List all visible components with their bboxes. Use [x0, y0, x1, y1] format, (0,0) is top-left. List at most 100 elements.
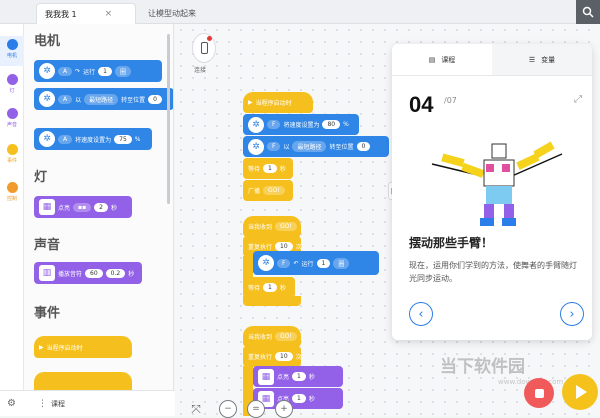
light-matrix-icon: ▦ — [39, 199, 55, 215]
step-total: /07 — [444, 96, 457, 105]
unit-text: 秒 — [110, 204, 117, 212]
hub-connect-button[interactable] — [192, 33, 216, 63]
unit-text: % — [134, 135, 141, 143]
rail-item-sound[interactable]: 声音 — [0, 108, 24, 128]
tab-project-1[interactable]: 我我我 1 × — [36, 3, 136, 24]
category-title-motor: 电机 — [34, 34, 61, 49]
unit-text: 次 — [295, 244, 302, 251]
light-on-block[interactable]: ▦ 点亮 1 秒 — [253, 388, 343, 409]
tab-course[interactable]: ▤ 课程 — [392, 44, 492, 75]
rail-label: 控制 — [6, 196, 17, 202]
next-step-button[interactable]: › — [560, 302, 584, 326]
unit-select[interactable]: 圈 — [114, 65, 131, 77]
expand-icon[interactable]: ⤢ — [574, 94, 582, 105]
value-input[interactable]: 75 — [114, 134, 132, 144]
motor-set-speed-block[interactable]: ✲ F 将速度设置为 80 % — [243, 114, 359, 135]
value-input[interactable]: 0 — [148, 94, 162, 104]
course-label[interactable]: 课程 — [51, 399, 65, 409]
message-select[interactable]: GO! — [275, 332, 297, 341]
wait-block[interactable]: 等待 1 秒 — [243, 158, 293, 179]
value-input[interactable]: 80 — [322, 120, 341, 129]
mode-select[interactable]: 最短路径 — [292, 141, 327, 152]
motor-run-block[interactable]: ✲ F ↶ 运行 1 圈 — [253, 251, 379, 275]
stop-button[interactable] — [524, 378, 554, 408]
close-tab-icon[interactable]: × — [105, 9, 113, 19]
value-input[interactable]: 10 — [275, 352, 293, 361]
value-input[interactable]: 0 — [356, 142, 371, 151]
search-icon[interactable] — [576, 0, 600, 24]
port-select[interactable]: F — [267, 142, 281, 151]
duration-input[interactable]: 0.2 — [105, 268, 126, 278]
when-program-starts-block[interactable]: ▶ 当程序启动时 — [243, 92, 313, 113]
value-input[interactable]: 2 — [94, 202, 108, 212]
value-input[interactable]: 1 — [263, 164, 277, 173]
block-text: 当我收到 — [248, 334, 273, 341]
note-input[interactable]: 60 — [85, 268, 103, 278]
palette-scrollbar[interactable] — [167, 34, 170, 204]
wait-block[interactable]: 等待 1 秒 — [243, 277, 295, 298]
when-i-receive-block[interactable]: 当我收到 GO! — [243, 326, 301, 347]
block-text: 将速度设置为 — [283, 122, 320, 129]
unit-text: 秒 — [128, 270, 135, 278]
rail-item-light[interactable]: 灯 — [0, 74, 24, 94]
dancer-robot-illustration — [431, 141, 563, 226]
block-text: 转至位置 — [121, 96, 146, 104]
message-select[interactable]: GO! — [263, 186, 285, 195]
tab-variables[interactable]: ☰ 变量 — [492, 44, 592, 75]
unit-text: % — [343, 121, 349, 128]
light-category-dot-icon — [6, 74, 18, 85]
zoom-out-icon[interactable]: − — [219, 400, 237, 418]
recenter-icon[interactable]: ⤧ — [187, 400, 205, 418]
port-select[interactable]: F — [267, 120, 281, 129]
message-select[interactable]: GO! — [275, 222, 297, 231]
watermark-text: 当下软件园 — [440, 357, 525, 377]
block-palette: 电机 ✲ A ↷ 运行 1 圈 ✲ A 以 最短路径 转至位置 0 ✲ A 将速… — [24, 24, 174, 416]
value-input[interactable]: 1 — [98, 66, 112, 76]
zoom-in-icon[interactable]: + — [275, 400, 293, 418]
when-program-starts-block[interactable]: ▶ 当程序启动时 — [34, 336, 132, 358]
block-text: 播放音符 — [58, 270, 83, 278]
value-input[interactable]: 10 — [275, 242, 293, 251]
when-i-receive-block[interactable]: 当我收到 GO! — [243, 216, 301, 237]
port-select[interactable]: A — [58, 66, 73, 76]
play-note-block[interactable]: ▥ 播放音符 60 0.2 秒 — [34, 262, 142, 284]
port-select[interactable]: A — [58, 134, 73, 144]
pattern-select[interactable]: ▪▪ — [73, 202, 92, 212]
broadcast-block[interactable]: 广播 GO! — [243, 180, 293, 201]
port-select[interactable]: F — [277, 258, 291, 268]
value-input[interactable]: 1 — [292, 394, 306, 403]
play-icon — [576, 385, 587, 399]
rail-item-control[interactable]: 控制 — [0, 182, 24, 202]
port-select[interactable]: A — [58, 94, 73, 104]
category-title-light: 灯 — [34, 170, 48, 185]
motor-goto-position-block[interactable]: ✲ A 以 最短路径 转至位置 0 — [34, 88, 173, 110]
run-button[interactable] — [562, 374, 598, 410]
rotate-direction-icon[interactable]: ↷ — [75, 68, 80, 75]
previous-step-button[interactable]: ‹ — [409, 302, 433, 326]
zoom-reset-icon[interactable]: = — [247, 400, 265, 418]
unit-text: 秒 — [279, 166, 286, 173]
mode-select[interactable]: 最短路径 — [84, 93, 119, 105]
light-matrix-icon: ▦ — [258, 368, 274, 385]
value-input[interactable]: 1 — [292, 372, 306, 381]
settings-sliders-icon[interactable]: ⚙ — [7, 398, 16, 409]
play-icon: ▶ — [248, 99, 253, 106]
tab-lesson[interactable]: 让模型动起来 — [140, 3, 260, 24]
motor-run-block[interactable]: ✲ A ↷ 运行 1 圈 — [34, 60, 162, 82]
light-on-block[interactable]: ▦ 点亮 ▪▪ 2 秒 — [34, 196, 132, 218]
repeat-block[interactable]: 重复执行 10 次 — [243, 346, 302, 367]
value-input[interactable]: 1 — [263, 283, 277, 292]
rail-item-motor[interactable]: 电机 — [0, 36, 24, 66]
value-input[interactable]: 1 — [316, 258, 331, 268]
unit-select[interactable]: 圈 — [333, 257, 350, 269]
more-vertical-icon[interactable]: ⋮ — [38, 399, 47, 409]
light-on-block[interactable]: ▦ 点亮 1 秒 — [253, 366, 343, 387]
block-text: 等待 — [248, 285, 261, 292]
motor-set-speed-block[interactable]: ✲ A 将速度设置为 75 % — [34, 128, 152, 150]
unit-text: 秒 — [279, 285, 286, 292]
top-bar: 我我我 1 × 让模型动起来 — [0, 0, 600, 24]
motor-goto-position-block[interactable]: ✲ F 以 最短路径 转至位置 0 — [243, 136, 389, 157]
rail-item-event[interactable]: 事件 — [0, 144, 24, 164]
motor-icon: ✲ — [39, 63, 55, 79]
rotate-direction-icon[interactable]: ↶ — [293, 260, 298, 267]
